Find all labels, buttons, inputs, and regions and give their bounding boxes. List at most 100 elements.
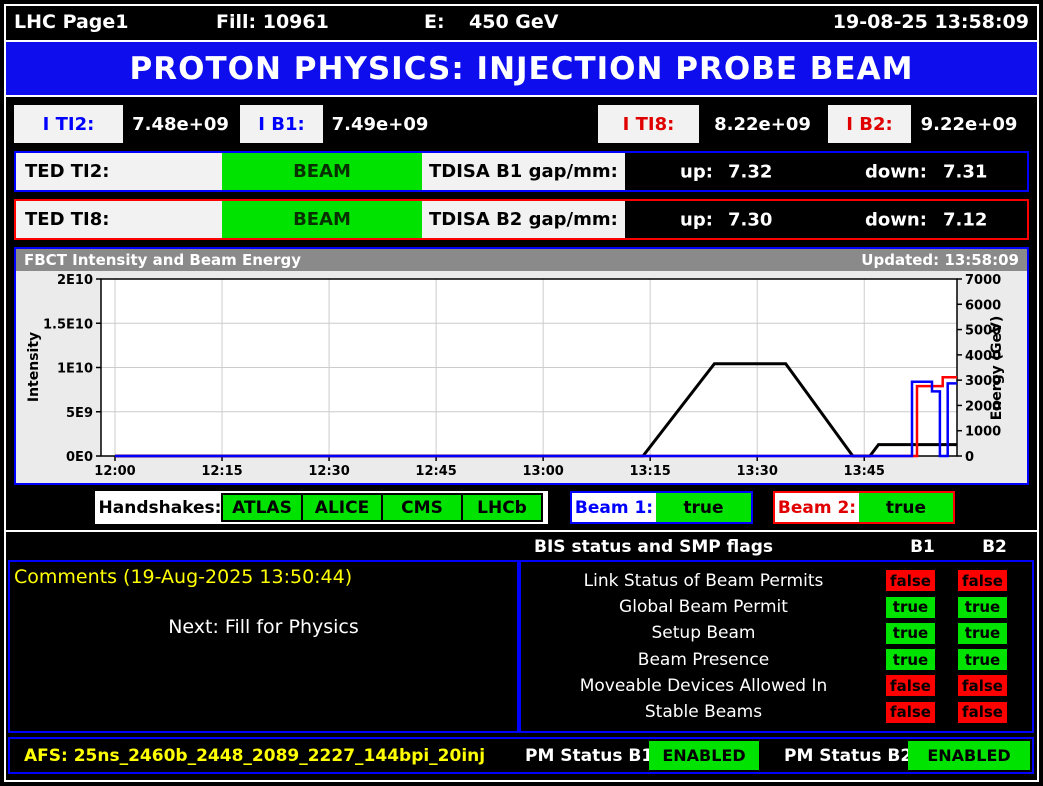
bis-row-moveable-devices: Moveable Devices Allowed In false false [521,675,1032,696]
svg-text:12:45: 12:45 [415,464,456,479]
bis-row-stable-beams: Stable Beams false false [521,702,1032,723]
svg-text:Energy (GeV): Energy (GeV) [989,316,1005,421]
svg-text:12:00: 12:00 [94,464,135,479]
intensity-value-ti2: 7.48e+09 [128,105,233,143]
beam2-label: Beam 2: [775,493,859,522]
bis-flag-b2: false [958,570,1007,591]
ted-ti2-status: BEAM [222,153,422,190]
intensity-label-b2: I B2: [828,105,911,143]
beam2-value: true [859,493,953,522]
ted-ti8-status: BEAM [222,201,422,238]
energy-value: 450 GeV [469,11,558,33]
ted-ti2-row: TED TI2: BEAM TDISA B1 gap/mm: up: 7.32 … [14,151,1029,192]
svg-text:12:30: 12:30 [308,464,349,479]
bis-row-beam-presence: Beam Presence true true [521,649,1032,670]
bis-row-global-permit: Global Beam Permit true true [521,597,1032,618]
bis-col-b1: B1 [898,537,947,557]
fbct-chart: 0E05E91E101.5E102E1001000200030004000500… [16,271,1027,487]
ted-ti2-label: TED TI2: [16,153,222,190]
bis-flag-b1: false [886,702,935,723]
page-title: PROTON PHYSICS: INJECTION PROBE BEAM [130,51,914,87]
afs-scheme: AFS: 25ns_2460b_2448_2089_2227_144bpi_20… [24,746,485,766]
svg-text:1000: 1000 [965,425,1001,440]
svg-text:7000: 7000 [965,273,1001,288]
svg-text:13:30: 13:30 [737,464,778,479]
gap-down-value: 7.12 [943,209,987,230]
bis-row-label: Global Beam Permit [521,597,886,617]
intensity-label-ti2: I TI2: [14,105,123,143]
handshake-atlas: ATLAS [221,493,303,522]
svg-text:0: 0 [965,450,974,465]
handshake-cms: CMS [381,493,463,522]
intensity-value-ti8: 8.22e+09 [710,105,815,143]
comments-body: Next: Fill for Physics [10,616,517,638]
chart-updated: Updated: 13:58:09 [861,251,1019,269]
svg-text:2E10: 2E10 [57,273,93,288]
bis-header-title: BIS status and SMP flags [534,537,773,557]
app-title: LHC Page1 [14,11,129,33]
bis-col-b2: B2 [970,537,1019,557]
svg-text:6000: 6000 [965,298,1001,313]
bis-row-label: Beam Presence [521,650,886,670]
tdisa-b1-values: up: 7.32 down: 7.31 [625,153,1027,190]
bis-flag-b1: true [886,649,935,670]
intensity-value-b2: 9.22e+09 [916,105,1022,143]
pm-status-b1-label: PM Status B1 [525,746,653,766]
gap-up-value: 7.32 [728,161,772,182]
bis-flags-box: Link Status of Beam Permits false false … [519,560,1034,733]
ted-ti8-label: TED TI8: [16,201,222,238]
pm-status-b2-label: PM Status B2 [784,746,912,766]
pm-status-b1-value: ENABLED [649,741,759,770]
bis-row-label: Setup Beam [521,623,886,643]
bis-header-row: BIS status and SMP flags B1 B2 [0,537,1043,559]
fill-number: Fill: 10961 [216,11,329,33]
pm-status-b2-value: ENABLED [908,741,1030,770]
intensity-label-ti8: I TI8: [598,105,699,143]
gap-up-value: 7.30 [728,209,772,230]
bis-row-label: Link Status of Beam Permits [521,571,886,591]
handshake-alice: ALICE [301,493,383,522]
beam2-status-box: Beam 2: true [773,491,955,524]
svg-text:0E0: 0E0 [66,450,93,465]
tdisa-b1-gap-label: TDISA B1 gap/mm: [422,153,625,190]
ted-ti8-row: TED TI8: BEAM TDISA B2 gap/mm: up: 7.30 … [14,199,1029,240]
tdisa-b2-values: up: 7.30 down: 7.12 [625,201,1027,238]
comments-title: Comments (19-Aug-2025 13:50:44) [14,566,352,588]
gap-down-label: down: [865,161,927,182]
gap-up-label: up: [680,161,713,182]
chart-title: FBCT Intensity and Beam Energy [24,251,301,269]
intensity-label-b1: I B1: [240,105,323,143]
bis-row-setup-beam: Setup Beam true true [521,623,1032,644]
gap-down-label: down: [865,209,927,230]
lhc-page1-screen: { "header": { "app_title": "LHC Page1", … [0,0,1043,786]
fbct-chart-panel: FBCT Intensity and Beam Energy Updated: … [14,247,1029,485]
tdisa-b2-gap-label: TDISA B2 gap/mm: [422,201,625,238]
svg-text:Intensity: Intensity [26,332,42,402]
gap-up-label: up: [680,209,713,230]
bis-flag-b2: false [958,675,1007,696]
bis-flag-b1: false [886,570,935,591]
bis-flag-b1: true [886,597,935,618]
section-divider [4,530,1039,532]
svg-text:13:00: 13:00 [522,464,563,479]
bis-row-link-status: Link Status of Beam Permits false false [521,570,1032,591]
bis-flag-b1: false [886,675,935,696]
comments-box: Comments (19-Aug-2025 13:50:44) Next: Fi… [8,560,519,733]
svg-text:1E10: 1E10 [57,362,93,377]
bis-row-label: Stable Beams [521,702,886,722]
beam1-status-box: Beam 1: true [570,491,753,524]
svg-text:13:45: 13:45 [844,464,885,479]
bis-flag-b2: true [958,623,1007,644]
handshakes-box: Handshakes: ATLAS ALICE CMS LHCb [95,491,548,524]
page-title-banner: PROTON PHYSICS: INJECTION PROBE BEAM [4,40,1039,97]
svg-text:12:15: 12:15 [201,464,242,479]
top-status-bar: LHC Page1 Fill: 10961 E: 450 GeV 19-08-2… [14,11,1029,37]
svg-text:5E9: 5E9 [66,406,93,421]
energy-label: E: [424,11,445,33]
bis-flag-b2: true [958,649,1007,670]
chart-title-strip: FBCT Intensity and Beam Energy Updated: … [16,249,1027,271]
handshake-lhcb: LHCb [461,493,543,522]
bis-flag-b1: true [886,623,935,644]
footer-bar: AFS: 25ns_2460b_2448_2089_2227_144bpi_20… [8,737,1034,774]
bis-flag-b2: true [958,597,1007,618]
